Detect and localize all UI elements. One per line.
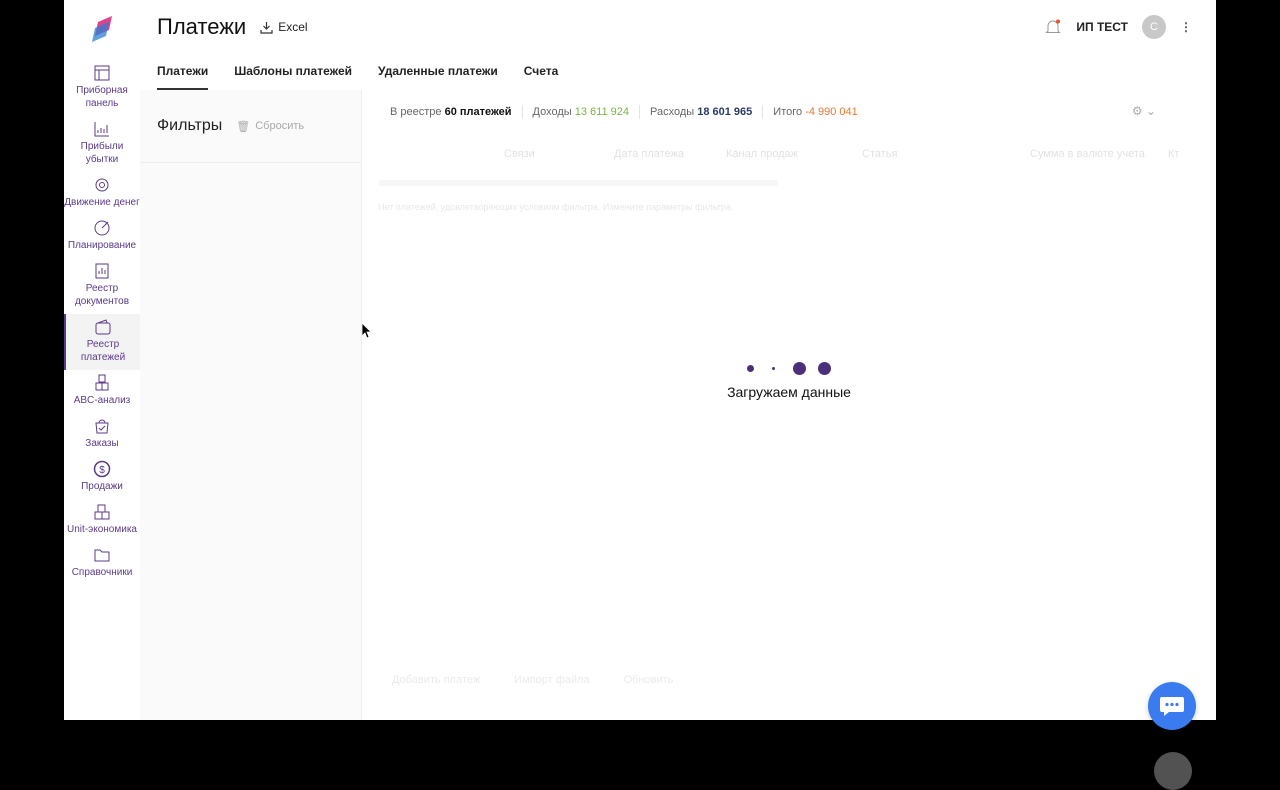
dashboard-icon (94, 65, 110, 81)
sidebar-item-3[interactable]: Планирование (64, 215, 140, 258)
sidebar-item-1[interactable]: Прибыли убытки (64, 116, 140, 172)
loading-dot (793, 361, 806, 375)
total-value: -4 990 041 (805, 106, 858, 118)
sidebar-item-9[interactable]: Unit-экономика (64, 499, 140, 542)
help-button[interactable] (1154, 752, 1192, 790)
income-value: 13 611 924 (574, 106, 629, 118)
download-icon (260, 21, 273, 34)
sidebar: Приборная панель Прибыли убытки Движение д… (64, 0, 140, 720)
sidebar-item-label: Заказы (85, 438, 119, 449)
user-area: ИП ТЕСТ С ⋮ (1044, 15, 1192, 39)
sidebar-item-2[interactable]: Движение денег (64, 172, 140, 215)
income-label: Доходы (532, 106, 572, 118)
user-name[interactable]: ИП ТЕСТ (1076, 20, 1128, 34)
expense-label: Расходы (650, 106, 695, 118)
svg-text:$: $ (99, 465, 105, 476)
documents-icon (95, 263, 109, 279)
excel-label: Excel (278, 20, 308, 34)
sidebar-item-label: Справочники (71, 567, 133, 578)
tab-deleted[interactable]: Удаленные платежи (378, 64, 498, 90)
mouse-cursor-icon (362, 323, 372, 339)
sidebar-item-6[interactable]: ABC-анализ (64, 370, 140, 413)
loading-dot (818, 361, 831, 375)
chat-button[interactable] (1148, 682, 1196, 730)
tab-templates[interactable]: Шаблоны платежей (234, 64, 352, 90)
sidebar-item-5[interactable]: Реестр платежей (64, 314, 140, 370)
boxes-icon (94, 504, 110, 520)
sidebar-item-label: Unit-экономика (67, 524, 137, 535)
sidebar-item-10[interactable]: Справочники (64, 542, 140, 585)
sidebar-item-4[interactable]: Реестр документов (64, 258, 140, 314)
app: Приборная панель Прибыли убытки Движение д… (64, 0, 1216, 790)
bottom-actions: Добавить платеж Импорт файла Обновить (392, 674, 673, 686)
filters-title: Фильтры (157, 117, 223, 134)
loading-text: Загружаем данные (727, 384, 851, 400)
loading-dot (772, 366, 775, 370)
sidebar-item-label: ABC-анализ (73, 395, 131, 406)
skeleton-bar (378, 180, 778, 186)
column-channel[interactable]: Канал продаж (726, 148, 798, 160)
filters-panel: Фильтры 🗑 Сбросить (140, 90, 362, 720)
column-amount[interactable]: Сумма в валюте учета (1030, 148, 1145, 160)
main-content: В реестре 60 платежей Доходы 13 611 924 … (362, 90, 1216, 790)
chat-icon (1160, 697, 1184, 716)
sidebar-item-label: Движение денег (64, 197, 140, 208)
empty-message: Нет платежей, удовлетворяющих условиям ф… (378, 202, 734, 212)
money-flow-icon (95, 178, 109, 192)
sidebar-item-label: Продажи (81, 481, 123, 492)
sidebar-item-label: Планирование (67, 240, 137, 251)
sidebar-item-7[interactable]: Заказы (64, 413, 140, 456)
folder-icon (94, 549, 110, 562)
more-menu-icon[interactable]: ⋮ (1180, 20, 1192, 34)
sidebar-item-0[interactable]: Приборная панель (64, 60, 140, 116)
sidebar-item-label: Реестр платежей (80, 339, 126, 363)
bag-icon (95, 419, 109, 434)
trash-icon: 🗑 (236, 120, 251, 133)
tabs: Платежи Шаблоны платежей Удаленные плате… (157, 64, 558, 90)
column-article[interactable]: Статья (862, 148, 897, 160)
logo-icon (92, 16, 112, 42)
sidebar-item-label: Приборная панель (76, 85, 128, 109)
loading-indicator: Загружаем данные (362, 360, 1216, 400)
sidebar-item-8[interactable]: $ Продажи (64, 456, 140, 499)
add-payment-button[interactable]: Добавить платеж (392, 674, 480, 686)
target-icon (94, 220, 110, 236)
refresh-button[interactable]: Обновить (624, 674, 674, 686)
loading-dot (747, 364, 754, 372)
reset-filters-button[interactable]: 🗑 Сбросить (236, 120, 304, 133)
bell-icon[interactable] (1044, 18, 1062, 36)
header: Платежи Excel (157, 14, 308, 40)
avatar[interactable]: С (1142, 15, 1166, 39)
dollar-icon: $ (93, 460, 111, 478)
tab-invoices[interactable]: Счета (524, 64, 559, 90)
column-kt[interactable]: Кт (1168, 148, 1179, 160)
expense-value: 18 601 965 (697, 106, 753, 118)
settings-gear-icon[interactable]: ⚙ ⌄ (1132, 104, 1156, 118)
page-title: Платежи (157, 14, 247, 39)
column-date[interactable]: Дата платежа (614, 148, 684, 160)
excel-export-button[interactable]: Excel (260, 20, 308, 34)
registry-value: 60 платежей (444, 106, 512, 118)
import-file-button[interactable]: Импорт файла (514, 674, 589, 686)
column-links[interactable]: Связи (504, 148, 535, 160)
sidebar-item-label: Реестр документов (74, 283, 130, 307)
abc-icon (95, 374, 109, 391)
wallet-icon (95, 319, 111, 335)
reset-label: Сбросить (255, 120, 305, 132)
chart-icon (94, 122, 109, 137)
summary-bar: В реестре 60 платежей Доходы 13 611 924 … (390, 105, 858, 119)
total-label: Итого (773, 106, 803, 118)
tab-payments[interactable]: Платежи (157, 64, 209, 90)
registry-label: В реестре (390, 106, 442, 118)
sidebar-item-label: Прибыли убытки (80, 141, 124, 165)
